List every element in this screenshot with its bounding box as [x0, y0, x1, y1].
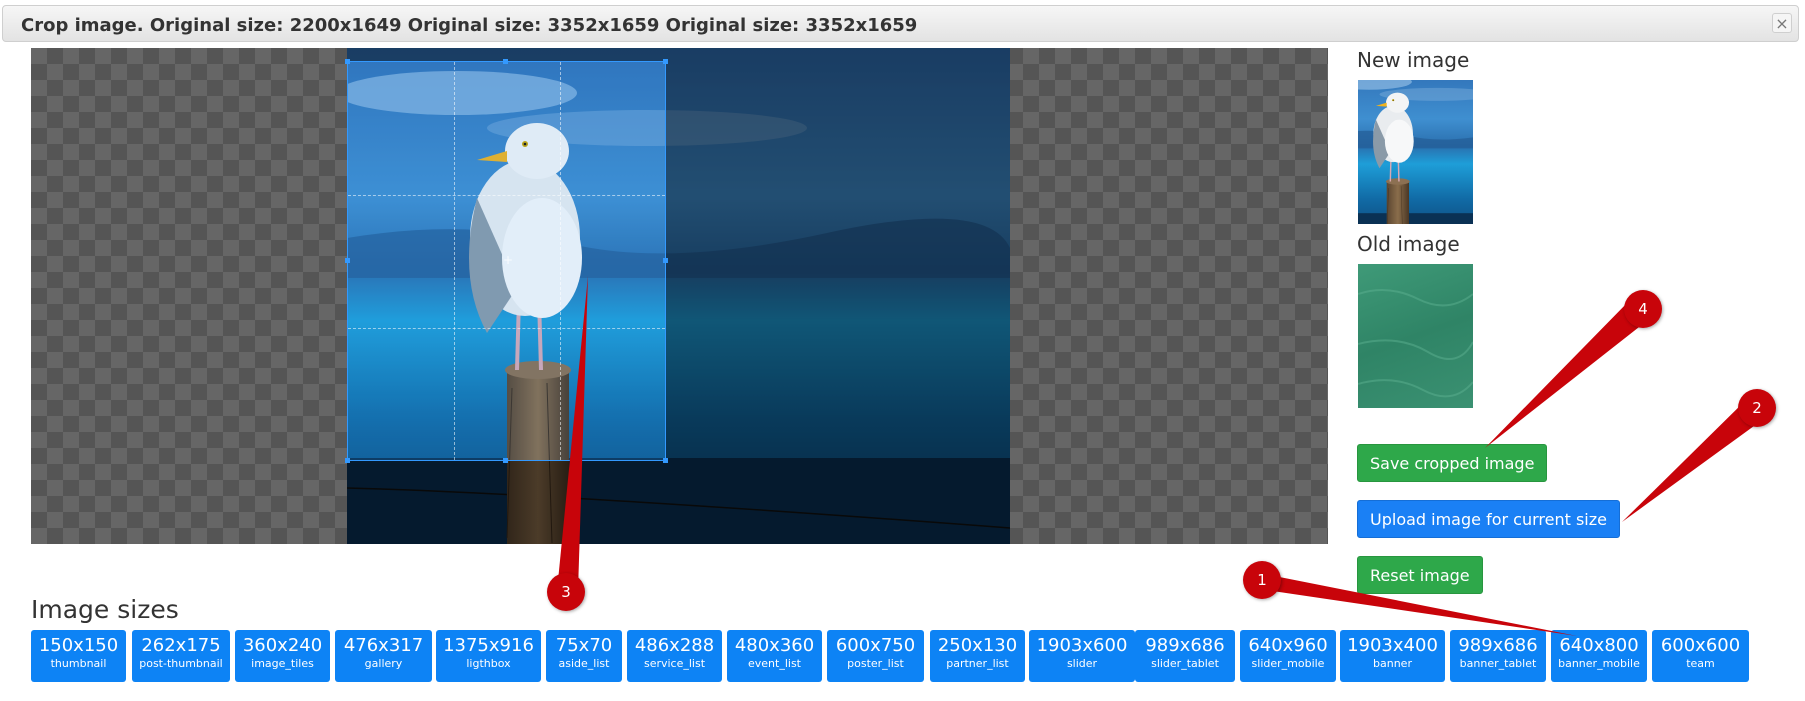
size-button-team[interactable]: 600x600 team: [1652, 630, 1749, 682]
size-button-aside_list[interactable]: 75x70 aside_list: [546, 630, 622, 682]
size-dimensions: 150x150: [38, 635, 119, 656]
size-button-gallery[interactable]: 476x317 gallery: [335, 630, 432, 682]
size-button-partner_list[interactable]: 250x130 partner_list: [930, 630, 1025, 682]
size-button-slider_tablet[interactable]: 989x686 slider_tablet: [1135, 630, 1235, 682]
crop-handle-w[interactable]: [345, 258, 350, 263]
save-cropped-button[interactable]: Save cropped image: [1357, 444, 1548, 482]
dialog-titlebar: Crop image. Original size: 2200x1649 Ori…: [2, 5, 1799, 42]
new-image-label: New image: [1357, 48, 1470, 72]
dialog-title: Crop image. Original size: 2200x1649 Ori…: [21, 15, 918, 36]
size-dimensions: 640x800: [1559, 635, 1639, 656]
size-name: banner_mobile: [1558, 657, 1640, 670]
crop-selection[interactable]: +: [347, 61, 666, 461]
new-image-thumbnail: [1358, 80, 1473, 224]
size-button-banner_tablet[interactable]: 989x686 banner_tablet: [1450, 630, 1546, 682]
size-name: aside_list: [558, 657, 610, 670]
size-button-banner_mobile[interactable]: 640x800 banner_mobile: [1551, 630, 1647, 682]
reset-image-button[interactable]: Reset image: [1357, 556, 1483, 594]
size-button-image_tiles[interactable]: 360x240 image_tiles: [235, 630, 330, 682]
close-button[interactable]: ×: [1772, 13, 1792, 33]
callout-pointer-2: [1622, 397, 1765, 522]
crop-handle-sw[interactable]: [345, 458, 350, 463]
size-name: poster_list: [847, 657, 904, 670]
size-name: partner_list: [946, 657, 1009, 670]
size-name: slider_mobile: [1251, 657, 1325, 670]
size-name: banner: [1373, 657, 1412, 670]
callout-badge-2: 2: [1738, 389, 1776, 427]
crop-handle-nw[interactable]: [345, 59, 350, 64]
crop-handle-s[interactable]: [503, 458, 508, 463]
callout-badge-1: 1: [1243, 561, 1281, 599]
size-button-slider_mobile[interactable]: 640x960 slider_mobile: [1240, 630, 1336, 682]
size-dimensions: 480x360: [734, 635, 815, 656]
size-name: gallery: [364, 657, 403, 670]
size-dimensions: 600x600: [1660, 635, 1741, 656]
size-dimensions: 75x70: [555, 635, 613, 656]
crop-handle-e[interactable]: [663, 258, 668, 263]
size-dimensions: 262x175: [141, 635, 221, 656]
size-name: image_tiles: [251, 657, 314, 670]
size-button-slider[interactable]: 1903x600 slider: [1029, 630, 1135, 682]
size-dimensions: 1903x600: [1036, 635, 1128, 656]
size-dimensions: 1903x400: [1347, 635, 1438, 656]
old-image-thumbnail: [1358, 264, 1473, 408]
image-sizes-heading: Image sizes: [31, 595, 179, 624]
size-name: event_list: [748, 657, 801, 670]
callout-pointer-4: [1485, 300, 1648, 448]
size-name: banner_tablet: [1459, 657, 1537, 670]
crop-handle-n[interactable]: [503, 59, 508, 64]
size-dimensions: 360x240: [242, 635, 323, 656]
size-dimensions: 486x288: [634, 635, 715, 656]
size-dimensions: 600x750: [835, 635, 916, 656]
size-name: service_list: [643, 657, 706, 670]
size-dimensions: 989x686: [1458, 635, 1538, 656]
size-name: ligthbox: [466, 657, 511, 670]
close-icon: ×: [1775, 14, 1789, 33]
crop-center-icon: +: [503, 253, 514, 267]
size-name: team: [1686, 657, 1715, 670]
crop-handle-se[interactable]: [663, 458, 668, 463]
callout-badge-4: 4: [1624, 290, 1662, 328]
size-button-service_list[interactable]: 486x288 service_list: [627, 630, 722, 682]
size-dimensions: 640x960: [1248, 635, 1328, 656]
size-button-banner[interactable]: 1903x400 banner: [1340, 630, 1445, 682]
size-dimensions: 1375x916: [443, 635, 534, 656]
size-button-post-thumbnail[interactable]: 262x175 post-thumbnail: [132, 630, 230, 682]
size-name: slider_tablet: [1151, 657, 1219, 670]
size-name: slider: [1066, 657, 1098, 670]
size-dimensions: 250x130: [937, 635, 1018, 656]
size-button-ligthbox[interactable]: 1375x916 ligthbox: [436, 630, 541, 682]
size-dimensions: 989x686: [1145, 635, 1225, 656]
upload-image-button[interactable]: Upload image for current size: [1357, 500, 1620, 538]
size-name: thumbnail: [50, 657, 107, 670]
size-button-event_list[interactable]: 480x360 event_list: [727, 630, 822, 682]
size-button-poster_list[interactable]: 600x750 poster_list: [827, 630, 924, 682]
crop-dialog: Crop image. Original size: 2200x1649 Ori…: [0, 0, 1805, 701]
crop-canvas[interactable]: +: [31, 48, 1328, 544]
callout-badge-3: 3: [547, 573, 585, 611]
old-image-label: Old image: [1357, 232, 1460, 256]
size-button-thumbnail[interactable]: 150x150 thumbnail: [31, 630, 126, 682]
crop-handle-ne[interactable]: [663, 59, 668, 64]
size-name: post-thumbnail: [139, 657, 223, 670]
size-dimensions: 476x317: [343, 635, 424, 656]
